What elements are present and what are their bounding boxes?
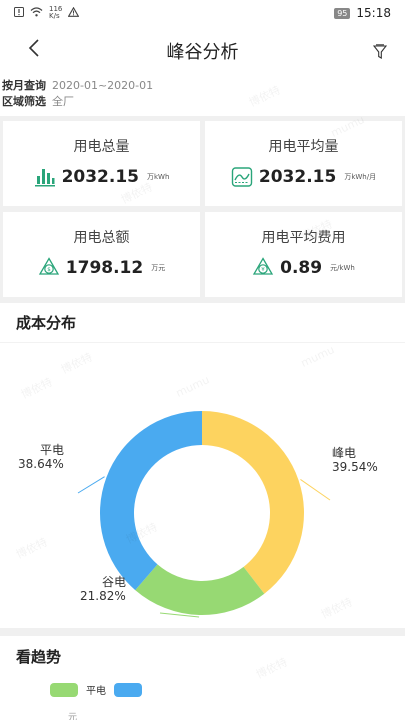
yen-cycle-icon: ¥ xyxy=(252,257,274,275)
card-average-cost: 用电平均费用 ¥ 0.89 元/kWh xyxy=(205,212,402,297)
card-unit: 元/kWh xyxy=(330,264,355,272)
card-value: 1798.12 xyxy=(65,258,144,278)
nav-bar: 峰谷分析 xyxy=(0,26,405,76)
card-value-row: $ 1798.12 万元 xyxy=(38,257,165,279)
trend-legend: 平电 xyxy=(50,682,150,697)
card-unit: 万kWh/月 xyxy=(344,173,377,181)
month-query-value: 2020-01~2020-01 xyxy=(52,79,154,92)
legend-label-flat: 平电 xyxy=(86,686,106,697)
slice-valley[interactable] xyxy=(135,564,265,615)
wifi-icon xyxy=(30,6,43,20)
leader-line xyxy=(300,479,331,501)
slice-label-peak: 峰电 39.54% xyxy=(332,446,378,474)
section-title: 看趋势 xyxy=(16,647,62,666)
area-filter-row[interactable]: 区域筛选 全厂 xyxy=(2,94,405,110)
card-value-row: ¥ 0.89 元/kWh xyxy=(252,257,355,279)
filter-icon[interactable] xyxy=(372,44,388,60)
cost-distribution-section: 成本分布 峰电 39.54% 谷电 21.82% 平电 38.64% xyxy=(0,303,405,628)
status-right: 95 15:18 xyxy=(334,6,391,20)
card-label: 用电平均费用 xyxy=(261,230,346,246)
card-label: 用电平均量 xyxy=(268,139,339,155)
slice-flat[interactable] xyxy=(100,411,202,591)
clock: 15:18 xyxy=(356,6,391,20)
notification-icon xyxy=(14,6,24,20)
legend-swatch-blue[interactable] xyxy=(114,682,142,697)
network-speed: 116 K/s xyxy=(49,6,62,20)
card-label: 用电总额 xyxy=(73,230,130,246)
leader-line xyxy=(77,476,105,494)
slice-name: 谷电 xyxy=(102,575,127,589)
donut-chart: 峰电 39.54% 谷电 21.82% 平电 38.64% xyxy=(0,343,405,628)
slice-label-valley: 谷电 21.82% xyxy=(80,575,126,603)
slice-name: 平电 xyxy=(40,443,65,457)
card-label: 用电总量 xyxy=(73,139,130,155)
month-query-label: 按月查询 xyxy=(2,79,46,92)
card-value: 0.89 xyxy=(280,258,323,278)
area-filter-label: 区域筛选 xyxy=(2,95,46,108)
status-left: 116 K/s xyxy=(14,6,80,20)
card-value-row: 2032.15 万kWh/月 xyxy=(231,166,376,188)
donut-chart-svg xyxy=(77,411,331,618)
slice-percent: 21.82% xyxy=(80,589,126,603)
slice-percent: 39.54% xyxy=(332,460,378,474)
legend-swatch-flat[interactable] xyxy=(50,682,78,697)
card-total-usage: 用电总量 2032.15 万kWh xyxy=(3,121,200,206)
svg-text:$: $ xyxy=(47,267,51,273)
warning-icon xyxy=(68,6,80,20)
card-value: 2032.15 xyxy=(258,167,337,187)
slice-peak[interactable] xyxy=(202,411,305,594)
status-bar: 116 K/s 95 15:18 xyxy=(0,0,405,26)
slice-label-flat: 平电 38.64% xyxy=(18,443,64,471)
slice-percent: 38.64% xyxy=(18,457,64,471)
wave-chart-icon xyxy=(231,167,253,187)
card-total-cost: 用电总额 $ 1798.12 万元 xyxy=(3,212,200,297)
battery-icon: 95 xyxy=(334,7,351,19)
card-value-row: 2032.15 万kWh xyxy=(34,166,170,188)
slice-name: 峰电 xyxy=(332,446,357,460)
money-cycle-icon: $ xyxy=(38,257,59,275)
network-speed-unit: K/s xyxy=(49,12,60,20)
chevron-left-icon[interactable] xyxy=(28,38,40,64)
area-filter-value: 全厂 xyxy=(52,95,74,108)
y-axis-unit: 元 xyxy=(68,713,78,720)
app-screen: 116 K/s 95 15:18 峰谷分析 按月查询 2020-01~2020-0… xyxy=(0,0,405,720)
svg-text:¥: ¥ xyxy=(261,267,265,273)
query-filters: 按月查询 2020-01~2020-01 区域筛选 全厂 xyxy=(0,76,405,116)
trend-section: 看趋势 平电 元 xyxy=(0,636,405,720)
card-unit: 万元 xyxy=(151,264,166,272)
card-average-usage: 用电平均量 2032.15 万kWh/月 xyxy=(205,121,402,206)
section-title: 成本分布 xyxy=(0,303,405,343)
card-unit: 万kWh xyxy=(147,173,170,181)
page-title: 峰谷分析 xyxy=(166,42,239,63)
month-query-row[interactable]: 按月查询 2020-01~2020-01 xyxy=(2,78,405,94)
card-value: 2032.15 xyxy=(61,167,139,187)
bar-chart-icon xyxy=(34,169,55,187)
stat-cards: 用电总量 2032.15 万kWh 用电平均量 2032.15 万kWh/月 用… xyxy=(0,116,405,297)
